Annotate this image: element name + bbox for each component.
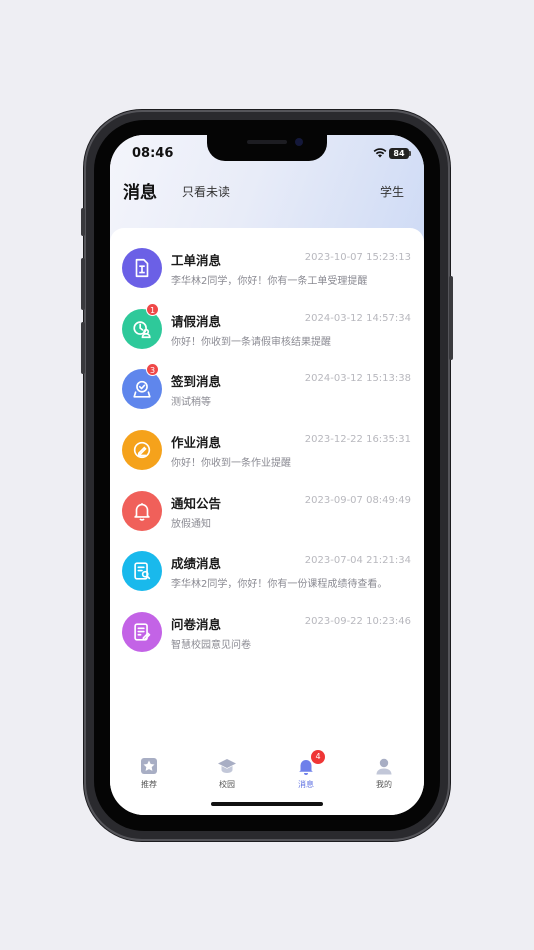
message-title: 工单消息	[171, 253, 222, 268]
status-time: 08:46	[132, 146, 174, 161]
tab-label: 推荐	[141, 780, 157, 789]
check-in-icon	[122, 369, 162, 410]
front-camera	[295, 138, 303, 146]
message-item[interactable]: 工单消息 2023-10-07 15:23:13 李华林2同学，你好！你有一条工单受…	[110, 246, 424, 307]
homework-icon	[122, 430, 162, 471]
message-preview: 放假通知	[171, 518, 211, 530]
battery-level: 84	[393, 149, 405, 158]
unread-badge: 1	[146, 302, 159, 316]
message-item[interactable]: 通知公告 2023-09-07 08:49:49 放假通知	[110, 489, 424, 550]
message-item[interactable]: 问卷消息 2023-09-22 10:23:46 智慧校园意见问卷	[110, 610, 424, 671]
volume-up-button	[81, 258, 85, 310]
tab-label: 我的	[376, 780, 392, 789]
battery-icon: 84	[389, 148, 409, 159]
message-preview: 你好！你收到一条请假审核结果提醒	[171, 336, 331, 348]
message-time: 2023-07-04 21:21:34	[304, 555, 411, 567]
tab-recommend[interactable]: 推荐	[119, 756, 179, 790]
message-title: 通知公告	[171, 495, 222, 511]
graduation-cap-icon	[217, 756, 237, 776]
tab-label: 校园	[219, 780, 235, 789]
message-preview: 李华林2同学，你好！你有一份课程成绩待查看。	[171, 579, 388, 591]
message-title: 签到消息	[171, 374, 222, 390]
message-preview: 智慧校园意见问卷	[171, 640, 251, 652]
tab-label: 消息	[298, 780, 314, 789]
page-title: 消息	[123, 183, 157, 203]
silent-switch	[81, 208, 85, 236]
message-time: 2023-10-07 15:23:13	[304, 252, 411, 263]
notch	[207, 135, 327, 161]
work-order-icon	[122, 248, 162, 288]
tab-campus[interactable]: 校园	[197, 756, 257, 790]
message-time: 2024-03-12 15:13:38	[304, 373, 411, 385]
user-icon	[374, 756, 394, 776]
unread-only-filter[interactable]: 只看未读	[182, 183, 230, 200]
power-button	[449, 276, 453, 360]
bell-icon	[122, 490, 162, 531]
unread-badge: 3	[146, 363, 159, 377]
home-indicator[interactable]	[211, 802, 323, 806]
message-time: 2023-09-22 10:23:46	[304, 616, 411, 628]
message-preview: 你好！你收到一条作业提醒	[171, 458, 291, 470]
message-list: 工单消息 2023-10-07 15:23:13 李华林2同学，你好！你有一条工单受…	[110, 246, 424, 671]
message-item[interactable]: 1 请假消息 2024-03-12 14:57:34 你好！你收到一条请假审核结果提醒	[110, 302, 424, 368]
message-time: 2023-09-07 08:49:49	[304, 494, 411, 506]
grade-icon	[122, 551, 162, 592]
volume-down-button	[81, 322, 85, 374]
wifi-icon	[373, 148, 387, 158]
message-panel: 工单消息 2023-10-07 15:23:13 李华林2同学，你好！你有一条工单受…	[110, 228, 424, 748]
message-item[interactable]: 作业消息 2023-12-22 16:35:31 你好！你收到一条作业提醒	[110, 428, 424, 489]
message-title: 请假消息	[171, 313, 222, 329]
message-title: 问卷消息	[171, 617, 222, 633]
message-time: 2024-03-12 14:57:34	[304, 312, 411, 324]
message-item[interactable]: 3 签到消息 2024-03-12 15:13:38 测试稍等	[110, 363, 424, 428]
speaker	[247, 140, 287, 144]
message-time: 2023-12-22 16:35:31	[304, 434, 411, 446]
tab-mine[interactable]: 我的	[354, 756, 414, 790]
message-preview: 李华林2同学，你好！你有一条工单受理提醒	[171, 276, 368, 287]
tab-badge: 4	[311, 750, 325, 764]
app-screen: 08:46 84 消息 只看未读 学生 工单消息 2023-10-07 15:23…	[110, 135, 424, 815]
tab-messages[interactable]: 4 消息	[276, 750, 336, 790]
message-item[interactable]: 成绩消息 2023-07-04 21:21:34 李华林2同学，你好！你有一份课程成…	[110, 549, 424, 610]
message-title: 作业消息	[171, 435, 222, 451]
message-title: 成绩消息	[171, 556, 222, 572]
battery-tip	[409, 151, 411, 156]
star-icon	[139, 756, 159, 776]
survey-icon	[122, 612, 162, 653]
role-switch[interactable]: 学生	[380, 183, 404, 200]
message-preview: 测试稍等	[171, 397, 211, 409]
